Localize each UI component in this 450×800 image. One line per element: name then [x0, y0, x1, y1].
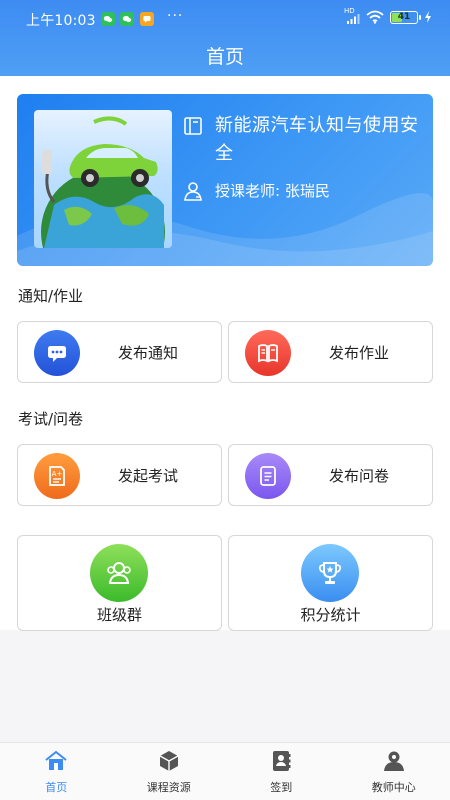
- start-exam-button[interactable]: A+ 发起考试: [17, 444, 222, 506]
- cube-icon: [159, 751, 179, 771]
- section-title-notice-homework: 通知/作业: [18, 287, 84, 305]
- start-exam-label: 发起考试: [118, 467, 179, 485]
- contacts-book-icon: [273, 751, 291, 771]
- signal-icon: HD: [344, 7, 360, 24]
- message-icon: [34, 330, 80, 376]
- survey-icon: [245, 453, 291, 499]
- nav-item-sign-in[interactable]: 签到: [225, 743, 338, 800]
- publish-notice-label: 发布通知: [118, 344, 179, 362]
- bottom-navigation: 首页 课程资源 签到 教师中心: [0, 742, 450, 800]
- nav-label-home: 首页: [45, 781, 68, 794]
- wechat-notification-icon: [101, 12, 115, 26]
- green-car-globe-image: [41, 116, 165, 248]
- network-type: HD: [344, 7, 355, 15]
- publish-survey-label: 发布问卷: [329, 467, 390, 485]
- exam-paper-icon: A+: [34, 453, 80, 499]
- nav-item-home[interactable]: 首页: [0, 743, 113, 800]
- page-title: 首页: [205, 46, 244, 68]
- points-stats-button[interactable]: 积分统计: [228, 535, 433, 631]
- battery-icon: 41: [390, 10, 421, 24]
- course-banner[interactable]: 新能源汽车认知与使用安全 授课老师 张瑞民: [17, 94, 433, 266]
- group-icon: [90, 544, 148, 602]
- status-time: 上午10:03: [26, 13, 96, 29]
- publish-homework-label: 发布作业: [329, 344, 390, 362]
- course-thumbnail: [34, 110, 172, 248]
- course-title: 新能源汽车认知与使用安全: [215, 115, 419, 164]
- battery-level: 41: [397, 12, 411, 22]
- more-notifications-icon: ···: [167, 8, 184, 24]
- notebook-icon: [245, 330, 291, 376]
- nav-label-sign-in: 签到: [270, 781, 293, 794]
- nav-item-teacher-center[interactable]: 教师中心: [338, 743, 450, 800]
- nav-label-course-resources: 课程资源: [146, 781, 191, 794]
- app-header: 上午10:03 ··· HD 41 首页: [0, 0, 450, 76]
- wifi-icon: [366, 10, 384, 24]
- teacher-label: 授课老师: [215, 180, 285, 201]
- wechat-notification-icon: [120, 12, 134, 26]
- publish-homework-button[interactable]: 发布作业: [228, 321, 433, 383]
- message-notification-icon: [140, 12, 154, 26]
- status-bar: 上午10:03 ··· HD 41: [0, 0, 450, 38]
- trophy-icon: [301, 544, 359, 602]
- publish-notice-button[interactable]: 发布通知: [17, 321, 222, 383]
- teacher-icon: [184, 181, 202, 201]
- section-title-exam-survey: 考试/问卷: [18, 410, 84, 428]
- svg-text:A+: A+: [52, 470, 63, 478]
- home-icon: [45, 750, 67, 770]
- course-info: 新能源汽车认知与使用安全 授课老师 张瑞民: [183, 112, 423, 201]
- publish-survey-button[interactable]: 发布问卷: [228, 444, 433, 506]
- nav-item-course-resources[interactable]: 课程资源: [113, 743, 226, 800]
- nav-label-teacher-center: 教师中心: [371, 781, 416, 794]
- book-icon: [184, 117, 202, 135]
- class-group-label: 班级群: [96, 606, 142, 624]
- user-icon: [383, 751, 404, 771]
- teacher-name: 张瑞民: [284, 182, 330, 200]
- status-indicators: HD 41: [344, 7, 432, 24]
- charging-icon: [425, 11, 431, 23]
- teacher-info: 授课老师 张瑞民: [215, 180, 330, 201]
- points-stats-label: 积分统计: [300, 606, 361, 624]
- class-group-button[interactable]: 班级群: [17, 535, 222, 631]
